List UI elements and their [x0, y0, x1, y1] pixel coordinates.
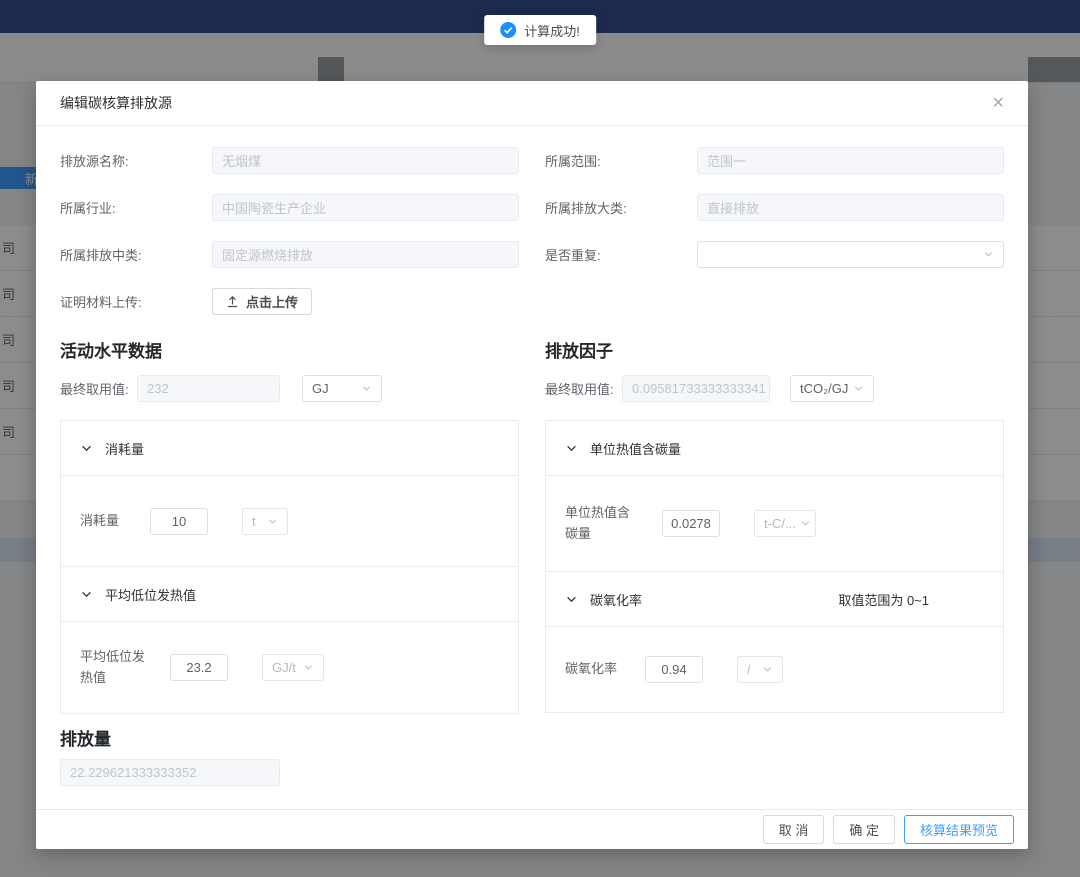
collapse-header-oxidation-rate[interactable]: 碳氧化率 取值范围为 0~1: [546, 572, 1003, 627]
confirm-button[interactable]: 确 定: [833, 815, 895, 844]
dialog-body: 排放源名称: 无烟煤 所属范围: 范围一 所属行业: 中国陶瓷生产企业 所属排放…: [36, 126, 1028, 786]
chevron-down-icon: [80, 588, 93, 601]
collapse-header-heating-value[interactable]: 平均低位发热值: [61, 567, 518, 622]
factor-final-row: 最终取用值: 0.09581733333333341 tCO₂/GJ: [545, 375, 1004, 402]
consumption-input[interactable]: 10: [150, 508, 208, 535]
form-row-major-category: 所属排放大类: 直接排放: [545, 194, 1004, 221]
carbon-content-unit-value: t-C/...: [764, 516, 796, 531]
source-name-label: 排放源名称:: [60, 151, 212, 170]
scope-label: 所属范围:: [545, 151, 697, 170]
upload-icon: [226, 295, 239, 308]
duplicate-label: 是否重复:: [545, 245, 697, 264]
carbon-content-label: 单位热值含碳量: [565, 503, 640, 543]
source-name-input: 无烟煤: [212, 147, 519, 174]
heating-value-unit-select[interactable]: GJ/t: [262, 654, 324, 681]
mid-category-label: 所属排放中类:: [60, 245, 212, 264]
activity-unit-value: GJ: [312, 381, 329, 396]
collapse-header-label: 碳氧化率: [590, 590, 642, 609]
activity-unit-select[interactable]: GJ: [302, 375, 382, 402]
form-row-industry: 所属行业: 中国陶瓷生产企业: [60, 194, 519, 221]
activity-final-label: 最终取用值:: [60, 379, 137, 398]
cancel-button[interactable]: 取 消: [763, 815, 825, 844]
collapse-header-label: 平均低位发热值: [105, 585, 196, 604]
oxidation-rate-label: 碳氧化率: [565, 659, 623, 679]
emission-amount-title: 排放量: [60, 725, 1004, 750]
chevron-down-icon: [565, 593, 578, 606]
heating-value-row: 平均低位发热值 23.2 GJ/t: [61, 622, 518, 713]
activity-final-row: 最终取用值: 232 GJ: [60, 375, 519, 402]
chevron-down-icon: [361, 383, 372, 394]
consumption-unit-select[interactable]: t: [242, 508, 288, 535]
heating-value-input[interactable]: 23.2: [170, 654, 228, 681]
collapse-header-label: 单位热值含碳量: [590, 439, 681, 458]
activity-section-title: 活动水平数据: [60, 337, 519, 362]
carbon-content-input[interactable]: 0.0278: [662, 510, 720, 537]
form-row-duplicate: 是否重复:: [545, 241, 1004, 268]
form-row-mid-category: 所属排放中类: 固定源燃烧排放: [60, 241, 519, 268]
major-category-input: 直接排放: [697, 194, 1004, 221]
value-range-note: 取值范围为 0~1: [838, 590, 929, 609]
carbon-content-unit-select[interactable]: t-C/...: [754, 510, 816, 537]
duplicate-select[interactable]: [697, 241, 1004, 268]
consumption-label: 消耗量: [80, 511, 132, 531]
factor-unit-value: tCO₂/GJ: [800, 381, 848, 396]
activity-final-input: 232: [137, 375, 280, 402]
chevron-down-icon: [565, 442, 578, 455]
oxidation-rate-row: 碳氧化率 0.94 /: [546, 627, 1003, 712]
edit-emission-source-dialog: 编辑碳核算排放源 × 排放源名称: 无烟煤 所属范围: 范围一 所属行业: 中国…: [36, 81, 1028, 849]
major-category-label: 所属排放大类:: [545, 198, 697, 217]
consumption-row: 消耗量 10 t: [61, 476, 518, 567]
collapse-header-consumption[interactable]: 消耗量: [61, 421, 518, 476]
oxidation-rate-input[interactable]: 0.94: [645, 656, 703, 683]
chevron-down-icon: [303, 662, 314, 673]
factor-panels: 单位热值含碳量 单位热值含碳量 0.0278 t-C/...: [545, 420, 1004, 713]
toast-message: 计算成功!: [524, 21, 580, 40]
chevron-down-icon: [762, 664, 773, 675]
oxidation-rate-unit-value: /: [747, 662, 751, 677]
dialog-footer: 取 消 确 定 核算结果预览: [36, 809, 1028, 849]
chevron-down-icon: [800, 518, 811, 529]
consumption-unit-value: t: [252, 514, 256, 529]
industry-input: 中国陶瓷生产企业: [212, 194, 519, 221]
chevron-down-icon: [267, 516, 278, 527]
scope-input: 范围一: [697, 147, 1004, 174]
collapse-header-carbon-content[interactable]: 单位热值含碳量: [546, 421, 1003, 476]
dialog-header: 编辑碳核算排放源 ×: [36, 81, 1028, 126]
form-row-source-name: 排放源名称: 无烟煤: [60, 147, 519, 174]
factor-final-input: 0.09581733333333341: [622, 375, 770, 402]
heating-value-unit-value: GJ/t: [272, 660, 296, 675]
emission-factor-section: 排放因子 最终取用值: 0.09581733333333341 tCO₂/GJ …: [545, 337, 1004, 714]
emission-amount-input: 22.229621333333352: [60, 759, 280, 786]
chevron-down-icon: [853, 383, 864, 394]
success-check-icon: [500, 22, 516, 38]
factor-section-title: 排放因子: [545, 337, 1004, 362]
activity-data-section: 活动水平数据 最终取用值: 232 GJ 消耗量: [60, 337, 519, 714]
activity-panels: 消耗量 消耗量 10 t 平均低位发热值: [60, 420, 519, 714]
industry-label: 所属行业:: [60, 198, 212, 217]
factor-final-label: 最终取用值:: [545, 379, 622, 398]
collapse-header-label: 消耗量: [105, 439, 144, 458]
toast-success: 计算成功!: [484, 15, 596, 45]
chevron-down-icon: [80, 442, 93, 455]
close-icon[interactable]: ×: [992, 93, 1004, 113]
screen: 新增 司 司 司 司 司 计算成功! 编辑碳核算排放源 × 排放源名称:: [0, 0, 1080, 877]
dialog-title: 编辑碳核算排放源: [60, 93, 172, 113]
factor-unit-select[interactable]: tCO₂/GJ: [790, 375, 874, 402]
upload-button-label: 点击上传: [246, 292, 298, 311]
form-row-scope: 所属范围: 范围一: [545, 147, 1004, 174]
upload-label: 证明材料上传:: [60, 292, 212, 311]
chevron-down-icon: [983, 249, 994, 260]
heating-value-label: 平均低位发热值: [80, 647, 152, 687]
preview-result-button[interactable]: 核算结果预览: [904, 815, 1014, 844]
carbon-content-row: 单位热值含碳量 0.0278 t-C/...: [546, 476, 1003, 572]
mid-category-input: 固定源燃烧排放: [212, 241, 519, 268]
form-row-upload: 证明材料上传: 点击上传: [60, 288, 519, 315]
upload-button[interactable]: 点击上传: [212, 288, 312, 315]
oxidation-rate-unit-select[interactable]: /: [737, 656, 783, 683]
